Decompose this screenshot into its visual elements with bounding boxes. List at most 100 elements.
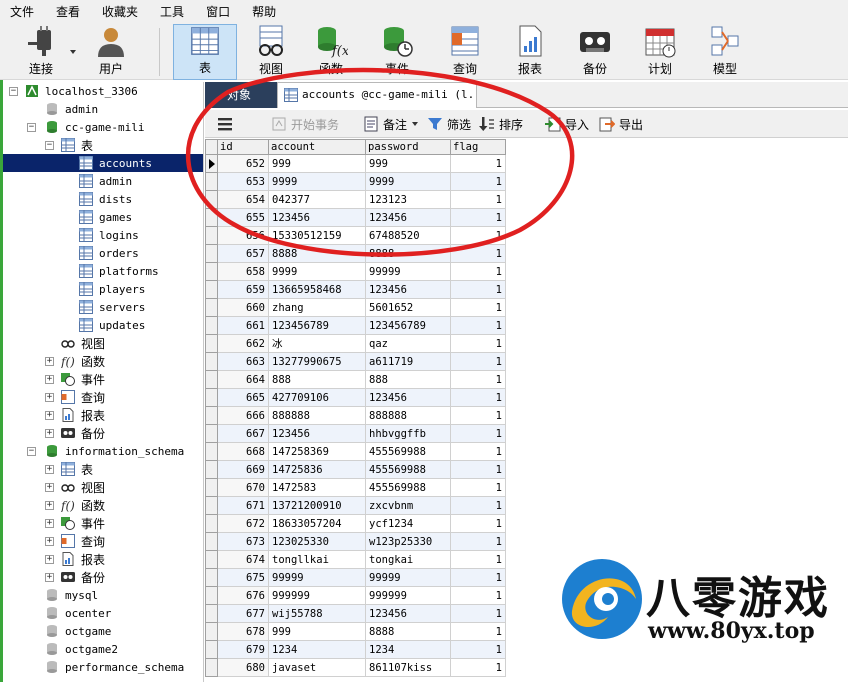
cell-flag[interactable]: 1 [450,280,506,299]
cell-id[interactable]: 660 [217,298,269,317]
row-marker[interactable] [205,496,218,515]
cell-flag[interactable]: 1 [450,190,506,209]
cell-id[interactable]: 661 [217,316,269,335]
cell-id[interactable]: 671 [217,496,269,515]
expand-toggle[interactable]: + [45,573,54,582]
event-button[interactable]: 事件 [370,24,424,80]
tree-node-events[interactable]: 事件 [61,370,105,388]
table-row[interactable]: 654 042377 123123 1 [205,190,506,209]
row-marker[interactable] [205,208,218,227]
table-row[interactable]: 655 123456 123456 1 [205,208,506,227]
tree-db-octgame2[interactable]: octgame2 [45,640,118,658]
cell-id[interactable]: 665 [217,388,269,407]
tab-objects[interactable]: 对象 [205,82,277,108]
tree-db-octgame[interactable]: octgame [45,622,111,640]
cell-account[interactable]: 999999 [268,586,366,605]
expand-toggle[interactable]: + [45,429,54,438]
export-button[interactable]: 导出 [599,114,643,134]
cell-password[interactable]: tongkai [365,550,451,569]
model-button[interactable]: 模型 [698,24,752,80]
cell-password[interactable]: ycf1234 [365,514,451,533]
cell-flag[interactable]: 1 [450,370,506,389]
tree-info-functions[interactable]: f() 函数 [61,496,105,514]
tree-db-information-schema[interactable]: information_schema [45,442,184,460]
cell-account[interactable]: 1234 [268,640,366,659]
cell-flag[interactable]: 1 [450,460,506,479]
tree-node-queries[interactable]: 查询 [61,388,105,406]
row-marker[interactable] [205,640,218,659]
cell-flag[interactable]: 1 [450,334,506,353]
row-marker[interactable] [205,442,218,461]
table-row[interactable]: 659 13665958468 123456 1 [205,280,506,299]
menu-button[interactable] [217,114,237,134]
cell-id[interactable]: 676 [217,586,269,605]
cell-id[interactable]: 653 [217,172,269,191]
tree-info-tables[interactable]: 表 [61,460,93,478]
cell-password[interactable]: 888888 [365,406,451,425]
cell-flag[interactable]: 1 [450,604,506,623]
menu-file[interactable]: 文件 [4,0,50,24]
table-row[interactable]: 674 tongllkai tongkai 1 [205,550,506,569]
cell-password[interactable]: 9999 [365,172,451,191]
tree-info-backups[interactable]: 备份 [61,568,105,586]
cell-flag[interactable]: 1 [450,244,506,263]
tree-db-admin[interactable]: admin [45,100,98,118]
cell-password[interactable]: 888 [365,370,451,389]
table-row[interactable]: 664 888 888 1 [205,370,506,389]
cell-flag[interactable]: 1 [450,388,506,407]
cell-id[interactable]: 652 [217,154,269,173]
cell-flag[interactable]: 1 [450,298,506,317]
tree-table-updates[interactable]: updates [79,316,145,334]
cell-id[interactable]: 655 [217,208,269,227]
cell-id[interactable]: 677 [217,604,269,623]
expand-toggle[interactable]: + [45,465,54,474]
row-marker[interactable] [205,658,218,677]
table-row[interactable]: 672 18633057204 ycf1234 1 [205,514,506,533]
begin-transaction-button[interactable]: 开始事务 [271,114,339,134]
table-row[interactable]: 673 123025330 w123p25330 1 [205,532,506,551]
row-marker[interactable] [205,280,218,299]
cell-password[interactable]: 5601652 [365,298,451,317]
menu-favorites[interactable]: 收藏夹 [96,0,154,24]
cell-account[interactable]: 123456789 [268,316,366,335]
cell-id[interactable]: 670 [217,478,269,497]
row-marker[interactable] [205,298,218,317]
cell-account[interactable]: 冰 [268,334,366,353]
cell-password[interactable]: 123456 [365,208,451,227]
cell-password[interactable]: qaz [365,334,451,353]
cell-password[interactable]: 999 [365,154,451,173]
row-marker[interactable] [205,226,218,245]
cell-flag[interactable]: 1 [450,316,506,335]
cell-account[interactable]: 8888 [268,244,366,263]
cell-password[interactable]: w123p25330 [365,532,451,551]
cell-flag[interactable]: 1 [450,208,506,227]
row-marker[interactable] [205,172,218,191]
cell-id[interactable]: 658 [217,262,269,281]
cell-flag[interactable]: 1 [450,658,506,677]
cell-id[interactable]: 669 [217,460,269,479]
cell-account[interactable]: wij55788 [268,604,366,623]
cell-flag[interactable]: 1 [450,622,506,641]
table-row[interactable]: 667 123456 hhbvggffb 1 [205,424,506,443]
sort-button[interactable]: 排序 [479,114,523,134]
cell-password[interactable]: 8888 [365,622,451,641]
cell-flag[interactable]: 1 [450,172,506,191]
cell-id[interactable]: 666 [217,406,269,425]
expand-toggle[interactable]: + [45,537,54,546]
cell-flag[interactable]: 1 [450,496,506,515]
view-button[interactable]: 视图 [244,24,298,80]
cell-id[interactable]: 659 [217,280,269,299]
row-marker[interactable] [205,460,218,479]
schedule-button[interactable]: 计划 [633,24,687,80]
menu-help[interactable]: 帮助 [246,0,292,24]
row-marker[interactable] [205,370,218,389]
cell-password[interactable]: 455569988 [365,478,451,497]
cell-password[interactable]: 123456 [365,280,451,299]
cell-flag[interactable]: 1 [450,586,506,605]
cell-flag[interactable]: 1 [450,640,506,659]
filter-button[interactable]: 筛选 [427,114,471,134]
cell-account[interactable]: 13665958468 [268,280,366,299]
cell-account[interactable]: 13721200910 [268,496,366,515]
report-button[interactable]: 报表 [503,24,557,80]
tree-db-ocenter[interactable]: ocenter [45,604,111,622]
